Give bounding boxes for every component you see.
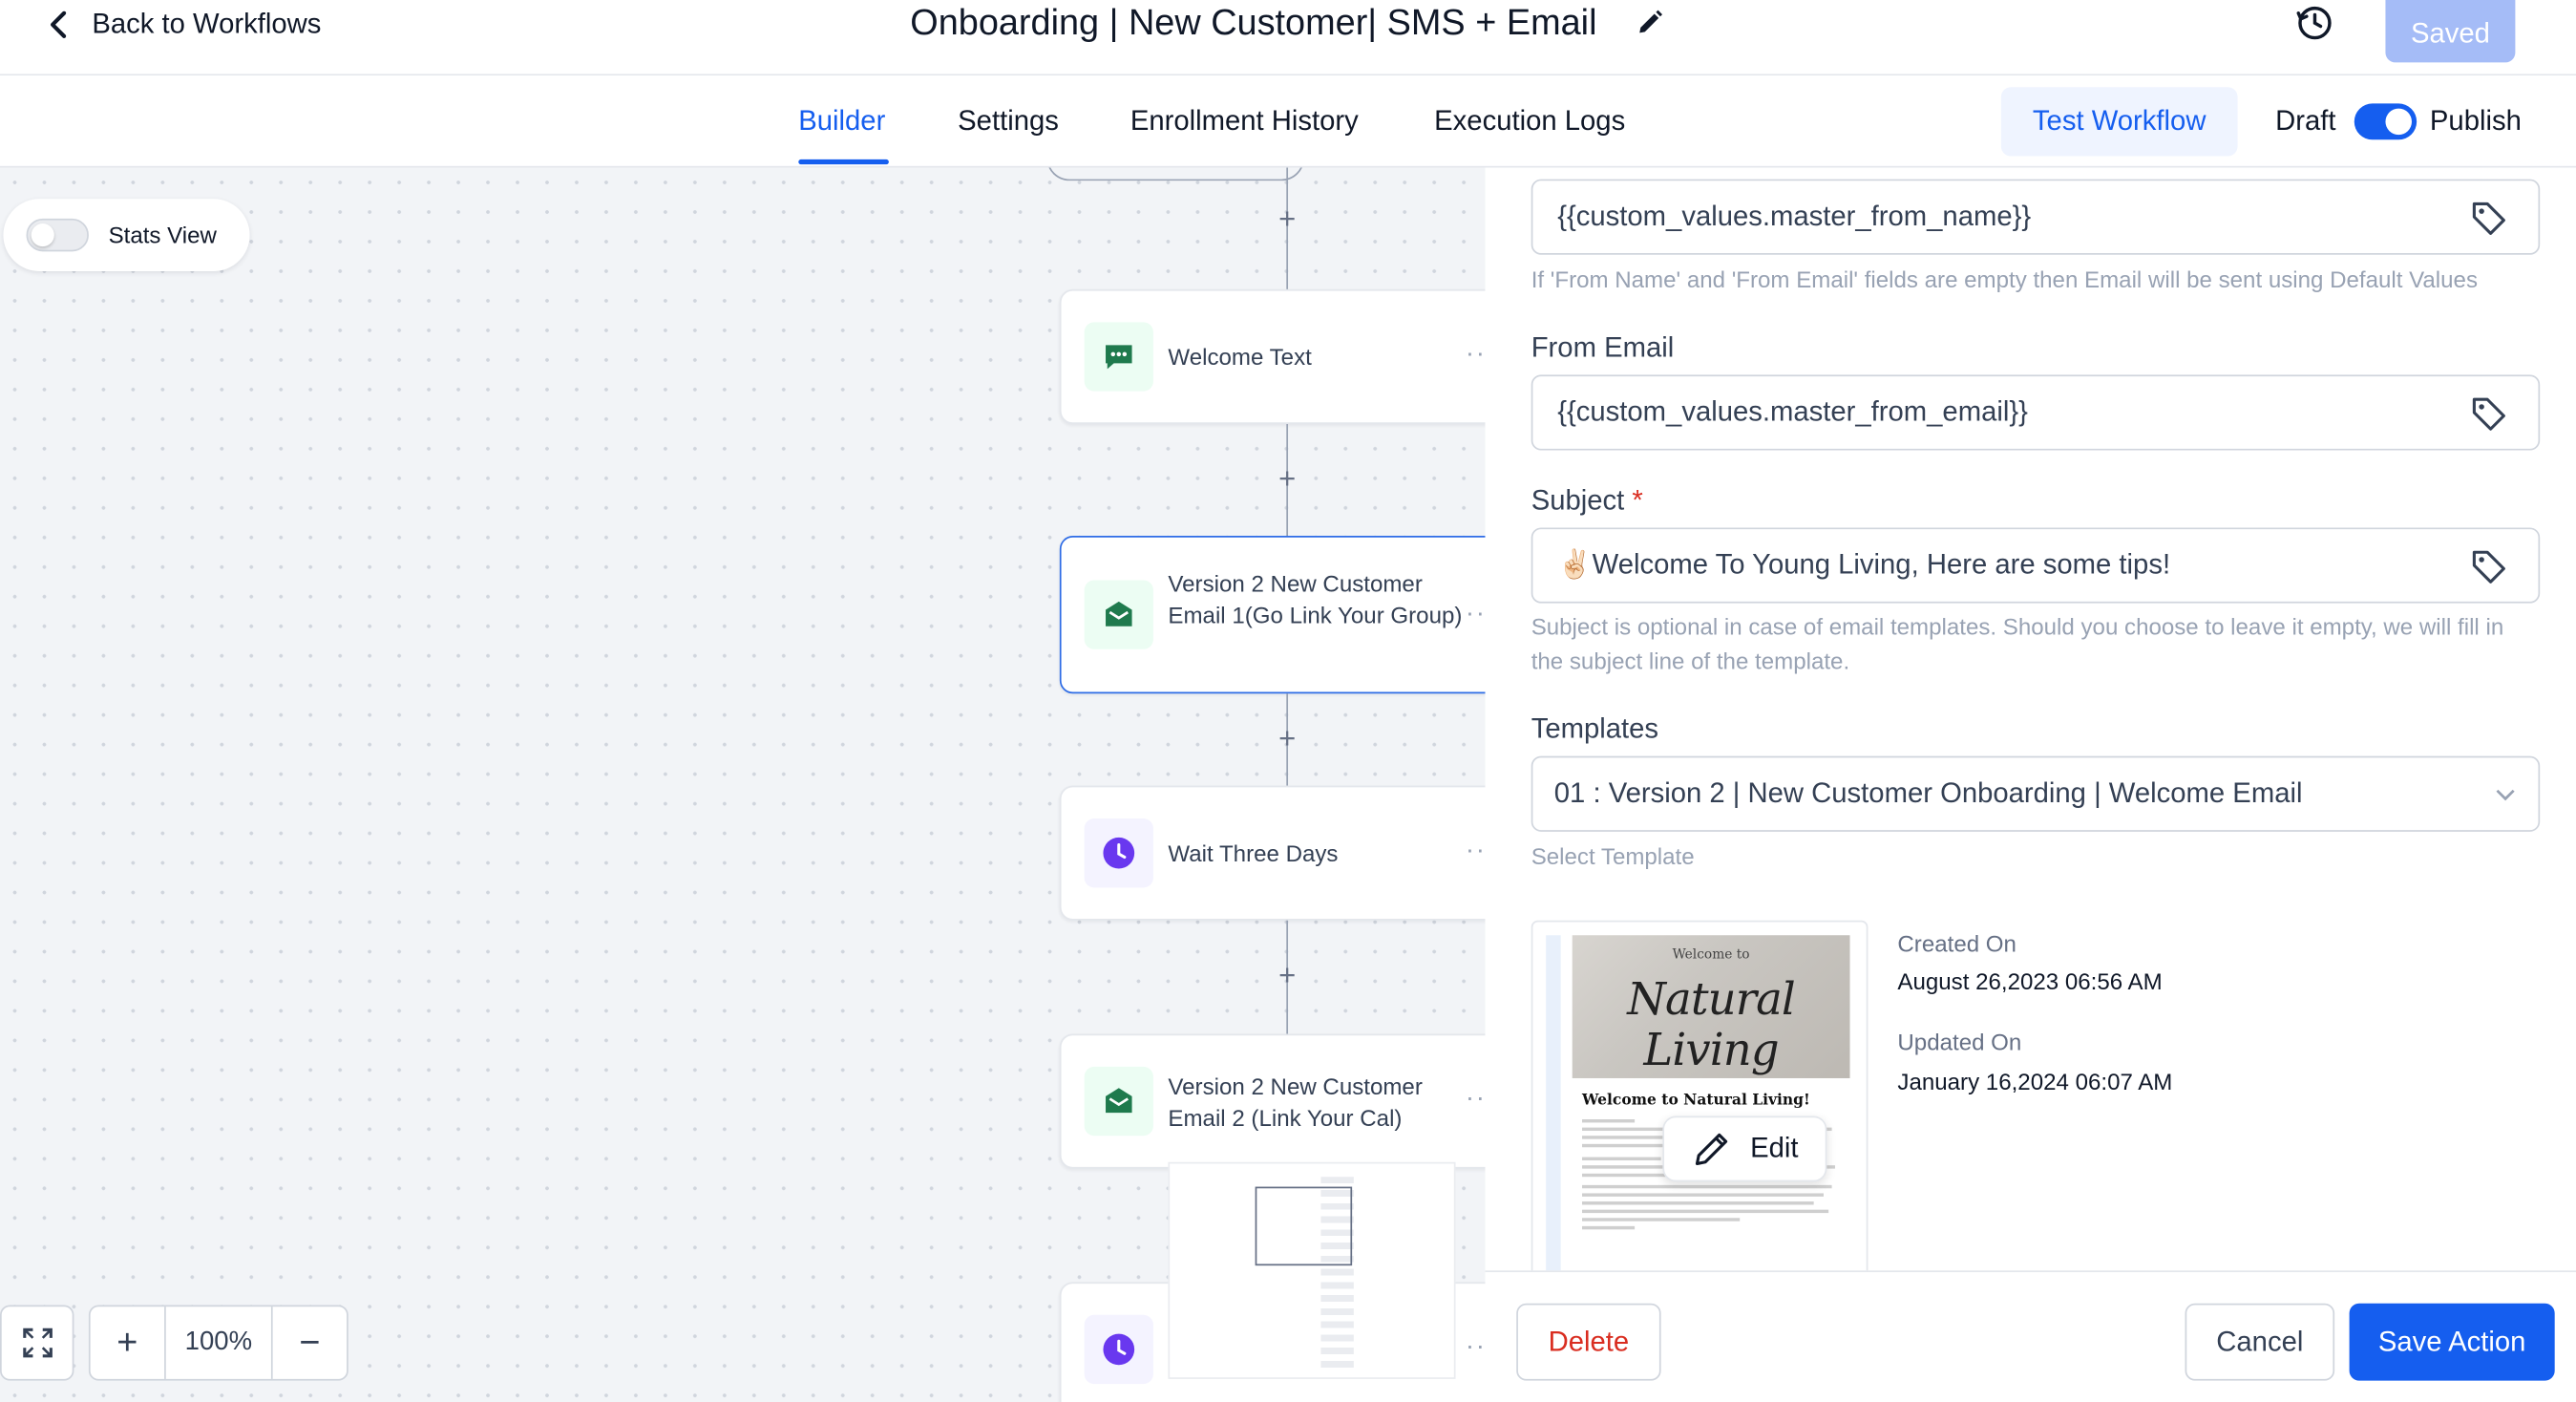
chevron-down-icon <box>2496 789 2515 801</box>
pencil-icon[interactable] <box>1633 7 1665 39</box>
more-options-icon[interactable]: ··· <box>1466 340 1486 370</box>
back-label: Back to Workflows <box>92 8 322 40</box>
created-on-value: August 26,2023 06:56 AM <box>1897 967 2163 995</box>
publish-label: Publish <box>2429 105 2522 137</box>
add-step-plus-icon[interactable]: + <box>1275 203 1299 233</box>
chevron-left-icon <box>50 11 67 38</box>
preview-hero-small-text: Welcome to <box>1672 946 1750 962</box>
workflow-node-email-1[interactable]: Version 2 New Customer Email 1(Go Link Y… <box>1059 536 1486 694</box>
workflow-node-email-2[interactable]: Version 2 New Customer Email 2 (Link You… <box>1059 1033 1486 1169</box>
zoom-in-button[interactable]: + <box>91 1306 164 1379</box>
tag-icon[interactable] <box>2469 547 2508 586</box>
saved-button[interactable]: Saved <box>2385 0 2516 63</box>
workflow-builder-screen: Back to Workflows Onboarding | New Custo… <box>0 0 2576 1402</box>
from-email-field[interactable]: {{custom_values.master_from_email}} <box>1531 374 2541 451</box>
workflow-canvas[interactable]: Stats View + Welcome Text ··· + Version … <box>0 167 1486 1402</box>
edit-template-button[interactable]: Edit <box>1662 1115 1827 1182</box>
top-bar: Back to Workflows Onboarding | New Custo… <box>0 0 2576 76</box>
clock-icon <box>1084 818 1153 888</box>
email-icon <box>1084 1066 1153 1136</box>
clock-icon <box>1084 1314 1153 1385</box>
edit-label: Edit <box>1750 1132 1799 1164</box>
subject-field[interactable]: ✌🏻Welcome To Young Living, Here are some… <box>1531 527 2541 604</box>
active-tab-indicator <box>798 159 889 165</box>
draft-label: Draft <box>2275 105 2336 137</box>
more-options-icon[interactable]: ··· <box>1466 1085 1486 1115</box>
tab-settings[interactable]: Settings <box>958 105 1059 138</box>
tab-bar: Builder Settings Enrollment History Exec… <box>0 75 2576 168</box>
required-marker: * <box>1632 484 1643 517</box>
publish-toggle[interactable] <box>2354 103 2418 140</box>
expand-icon <box>22 1328 53 1358</box>
action-settings-panel: {{custom_values.master_from_name}} If 'F… <box>1485 167 2576 1402</box>
panel-footer: Delete Cancel Save Action <box>1485 1270 2576 1402</box>
template-hint: Select Template <box>1531 842 1695 870</box>
node-label: Version 2 New Customer Email 2 (Link You… <box>1168 1073 1423 1131</box>
from-name-hint: If 'From Name' and 'From Email' fields a… <box>1531 266 2479 293</box>
stats-view-toggle[interactable] <box>26 218 89 252</box>
preview-sidebar <box>1546 935 1561 1281</box>
zoom-out-button[interactable]: − <box>273 1306 347 1379</box>
updated-on-value: January 16,2024 06:07 AM <box>1897 1068 2173 1095</box>
from-name-value: {{custom_values.master_from_name}} <box>1557 200 2032 232</box>
branch-connector <box>1046 167 1305 181</box>
from-email-value: {{custom_values.master_from_email}} <box>1557 395 2028 428</box>
email-icon <box>1084 580 1153 649</box>
subject-label-text: Subject <box>1531 484 1625 517</box>
node-label: Version 2 New Customer Email 1(Go Link Y… <box>1168 570 1463 627</box>
more-options-icon[interactable]: ··· <box>1466 600 1486 629</box>
add-step-plus-icon[interactable]: + <box>1275 723 1299 753</box>
test-workflow-button[interactable]: Test Workflow <box>2000 87 2238 157</box>
subject-hint: Subject is optional in case of email tem… <box>1531 612 2504 674</box>
created-on-label: Created On <box>1897 930 2016 957</box>
node-label: Wait Three Days <box>1168 839 1339 866</box>
preview-hero-image: Welcome to Natural Living <box>1572 935 1850 1078</box>
minimap-viewport[interactable] <box>1255 1186 1353 1266</box>
node-label: Welcome Text <box>1168 343 1312 371</box>
workflow-title[interactable]: Onboarding | New Customer| SMS + Email <box>910 0 1596 46</box>
history-icon[interactable] <box>2293 3 2336 42</box>
more-options-icon[interactable]: ··· <box>1466 837 1486 866</box>
template-selected-value: 01 : Version 2 | New Customer Onboarding… <box>1553 777 2303 809</box>
add-step-plus-icon[interactable]: + <box>1275 960 1299 989</box>
template-select[interactable]: 01 : Version 2 | New Customer Onboarding… <box>1531 755 2541 832</box>
more-options-icon[interactable]: ··· <box>1466 1333 1486 1363</box>
preview-hero-script-text: Natural Living <box>1627 974 1796 1077</box>
templates-label: Templates <box>1531 712 1659 745</box>
fit-view-button[interactable] <box>0 1305 74 1381</box>
from-name-field[interactable]: {{custom_values.master_from_name}} <box>1531 179 2541 255</box>
template-preview[interactable]: Welcome to Natural Living Welcome to Nat… <box>1531 920 1869 1283</box>
delete-button[interactable]: Delete <box>1516 1303 1661 1381</box>
tab-enrollment-history[interactable]: Enrollment History <box>1130 105 1359 138</box>
zoom-level: 100% <box>164 1306 273 1379</box>
tag-icon[interactable] <box>2469 394 2508 434</box>
message-icon <box>1084 322 1153 392</box>
save-action-button[interactable]: Save Action <box>2349 1303 2555 1381</box>
workflow-node-wait[interactable]: Wait Three Days ··· <box>1059 785 1486 921</box>
pencil-icon <box>1696 1133 1728 1166</box>
cancel-button[interactable]: Cancel <box>2185 1303 2335 1381</box>
preview-heading: Welcome to Natural Living! <box>1582 1093 1810 1110</box>
tab-builder[interactable]: Builder <box>798 105 885 138</box>
tag-icon[interactable] <box>2469 199 2508 238</box>
add-step-plus-icon[interactable]: + <box>1275 463 1299 493</box>
back-to-workflows-link[interactable]: Back to Workflows <box>43 5 322 44</box>
tab-execution-logs[interactable]: Execution Logs <box>1434 105 1625 138</box>
workflow-node-welcome-text[interactable]: Welcome Text ··· <box>1059 288 1486 425</box>
stats-view-switch[interactable]: Stats View <box>3 199 250 271</box>
updated-on-label: Updated On <box>1897 1029 2022 1055</box>
from-email-label: From Email <box>1531 331 1675 364</box>
stats-view-label: Stats View <box>108 222 217 248</box>
subject-value: ✌🏻Welcome To Young Living, Here are some… <box>1557 548 2171 581</box>
canvas-minimap[interactable] <box>1168 1161 1456 1379</box>
subject-label: Subject * <box>1531 485 1643 518</box>
zoom-controls: + 100% − <box>88 1305 348 1381</box>
